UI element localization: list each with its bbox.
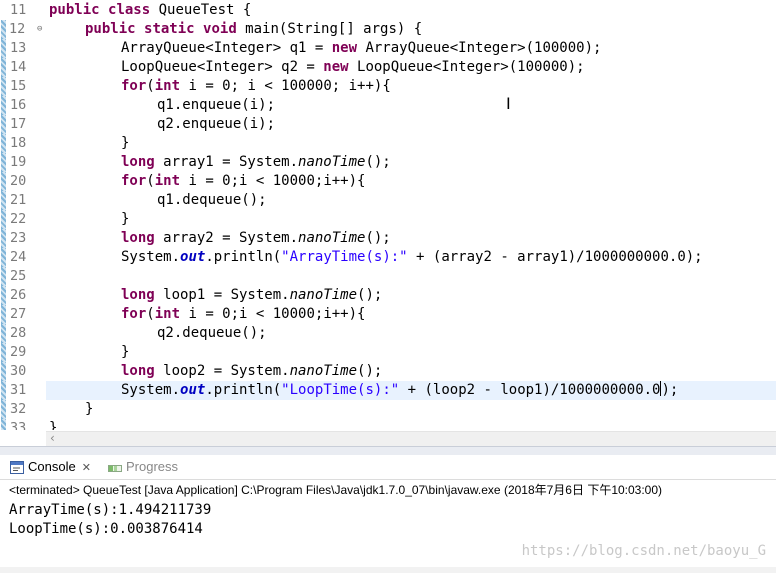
code-line-26: long loop1 = System.nanoTime(); — [121, 287, 383, 303]
ruler-change-marker — [1, 362, 6, 381]
code-line-30: long loop2 = System.nanoTime(); — [121, 363, 383, 379]
code-line-19: long array1 = System.nanoTime(); — [121, 154, 391, 170]
line-number: 29 — [10, 344, 27, 360]
code-line-21: q1.dequeue(); — [157, 192, 267, 208]
ruler-change-marker — [1, 39, 6, 58]
line-number: 15 — [10, 78, 27, 94]
ruler-change-marker — [1, 20, 6, 39]
line-number: 11 — [10, 2, 27, 18]
line-number: 20 — [10, 173, 27, 189]
code-line-31: System.out.println("LoopTime(s):" + (loo… — [121, 381, 679, 398]
close-icon[interactable]: ✕ — [82, 462, 91, 474]
code-line-18: } — [121, 135, 130, 151]
ruler-change-marker — [1, 153, 6, 172]
line-number: 16 — [10, 97, 27, 113]
scroll-left-arrow-icon[interactable]: ‹ — [50, 431, 55, 445]
line-number-gutter: 11 12 13 14 15 16 17 18 19 20 21 22 23 24 25 26 27 28 29 30… — [8, 0, 46, 430]
code-line-24: System.out.println("ArrayTime(s):" + (ar… — [121, 249, 703, 265]
code-line-11: public class QueueTest { — [49, 2, 252, 18]
line-number: 25 — [10, 268, 27, 284]
line-number: 13 — [10, 40, 27, 56]
bottom-edge — [0, 567, 776, 573]
ruler-change-marker — [1, 248, 6, 267]
ruler-change-marker — [1, 191, 6, 210]
line-number: 17 — [10, 116, 27, 132]
line-number: 14 — [10, 59, 27, 75]
ruler-change-marker — [1, 343, 6, 362]
code-line-32: } — [85, 401, 94, 417]
console-output-line-2: LoopTime(s):0.003876414 — [9, 521, 203, 537]
progress-icon — [108, 465, 122, 472]
line-number: 33 — [10, 420, 27, 430]
code-line-12: public static void main(String[] args) { — [85, 21, 423, 37]
ruler-change-marker — [1, 58, 6, 77]
ruler-change-marker — [1, 400, 6, 419]
console-tab-bar: Console ✕ Progress — [0, 455, 776, 480]
line-number: 30 — [10, 363, 27, 379]
ruler-change-marker — [1, 381, 6, 400]
ruler-change-marker — [1, 134, 6, 153]
overview-ruler — [0, 0, 7, 430]
code-line-29: } — [121, 344, 130, 360]
line-number: 21 — [10, 192, 27, 208]
line-number: 22 — [10, 211, 27, 227]
line-number: 27 — [10, 306, 27, 322]
code-line-14: LoopQueue<Integer> q2 = new LoopQueue<In… — [121, 59, 585, 75]
ruler-change-marker — [1, 172, 6, 191]
code-line-23: long array2 = System.nanoTime(); — [121, 230, 391, 246]
ruler-change-marker — [1, 229, 6, 248]
line-number: 12 — [9, 21, 26, 37]
ruler-change-marker — [1, 96, 6, 115]
ruler-change-marker — [1, 286, 6, 305]
code-line-16: q1.enqueue(i); — [157, 97, 276, 113]
line-number: 32 — [10, 401, 27, 417]
code-line-15: for(int i = 0; i < 100000; i++){ — [121, 78, 391, 94]
horizontal-scrollbar[interactable]: ‹ — [46, 431, 776, 446]
line-number: 31 — [10, 382, 27, 398]
console-output-line-1: ArrayTime(s):1.494211739 — [9, 502, 212, 518]
code-line-22: } — [121, 211, 130, 227]
ruler-change-marker — [1, 419, 6, 430]
code-line-28: q2.dequeue(); — [157, 325, 267, 341]
code-editor[interactable]: 11 12 13 14 15 16 17 18 19 20 21 22 23 24 25 26 27 28 29 30… — [0, 0, 776, 430]
code-line-20: for(int i = 0;i < 10000;i++){ — [121, 173, 366, 189]
mouse-ibeam-cursor-icon: I — [506, 94, 511, 113]
line-number: 19 — [10, 154, 27, 170]
line-number: 23 — [10, 230, 27, 246]
line-number: 24 — [10, 249, 27, 265]
fold-minus-icon[interactable]: ⊖ — [37, 24, 42, 34]
ruler-change-marker — [1, 324, 6, 343]
view-divider[interactable] — [0, 446, 776, 455]
ruler-change-marker — [1, 267, 6, 286]
line-number: 28 — [10, 325, 27, 341]
tab-progress[interactable]: Progress — [108, 458, 178, 476]
code-line-17: q2.enqueue(i); — [157, 116, 276, 132]
ruler-change-marker — [1, 305, 6, 324]
code-line-13: ArrayQueue<Integer> q1 = new ArrayQueue<… — [121, 40, 602, 56]
ruler-change-marker — [1, 115, 6, 134]
ruler-change-marker — [1, 77, 6, 96]
line-number: 18 — [10, 135, 27, 151]
console-icon — [10, 461, 24, 474]
code-line-33: } — [49, 420, 58, 430]
ruler-change-marker — [1, 210, 6, 229]
code-line-27: for(int i = 0;i < 10000;i++){ — [121, 306, 366, 322]
watermark: https://blog.csdn.net/baoyu_G — [521, 543, 766, 559]
tab-console[interactable]: Console ✕ — [10, 458, 91, 476]
console-status-line: <terminated> QueueTest [Java Application… — [9, 483, 663, 497]
line-number: 26 — [10, 287, 27, 303]
